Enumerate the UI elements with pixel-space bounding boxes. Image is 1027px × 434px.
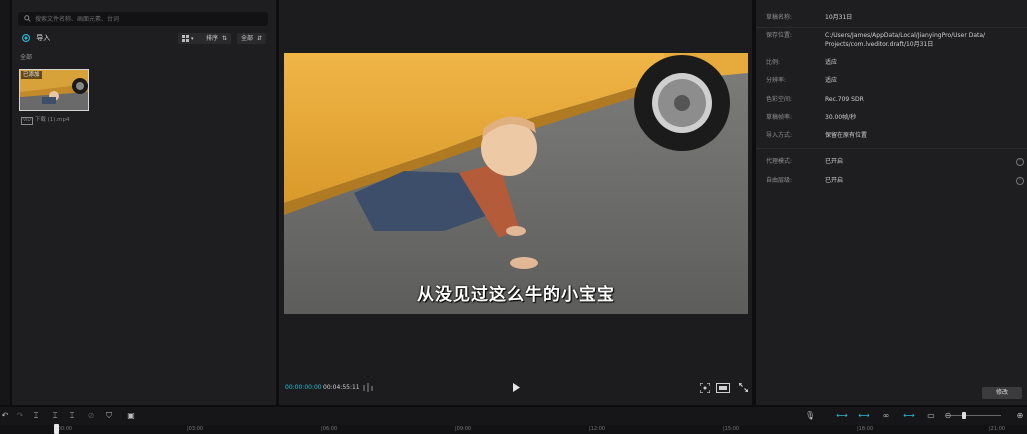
fit-screen-button[interactable]: [699, 382, 711, 394]
tick-label: |18:00: [857, 426, 874, 432]
divider: [756, 148, 1027, 149]
file-name: 下载 (1).mp4: [34, 117, 70, 123]
import-label: 导入: [36, 34, 51, 42]
split-left-icon[interactable]: ⌶: [50, 411, 60, 421]
view-mode-button[interactable]: ▾: [178, 33, 204, 44]
player-panel: 从没见过这么牛的小宝宝 00:00:00:00 00:04:55:11: [279, 0, 752, 405]
media-thumbnail[interactable]: 已添加: [19, 69, 89, 111]
filter-label: 全部: [241, 35, 254, 42]
tick-label: |03:00: [187, 426, 204, 432]
fullscreen-button[interactable]: [738, 382, 749, 393]
filter-icon: ⇵: [256, 35, 262, 42]
grid-view-icon: [182, 35, 189, 42]
shield-icon[interactable]: ⛉: [104, 411, 114, 421]
auto-snap-icon[interactable]: ⟷: [858, 411, 870, 421]
waveform-icon: [362, 383, 374, 392]
aspect-ratio-button[interactable]: [716, 383, 730, 393]
filter-button[interactable]: 全部 ⇵: [237, 33, 266, 44]
draft-details-panel: 草稿名称: 10月31日 保存位置: C:/Users/James/AppData/…: [756, 0, 1027, 405]
timeline-ruler[interactable]: |00:00 |03:00 |06:00 |09:00 |12:00 |15:0…: [0, 425, 1027, 434]
video-frame-image: [284, 53, 748, 314]
microphone-icon[interactable]: 🎙: [805, 411, 815, 421]
zoom-in-icon[interactable]: ⊕: [1015, 411, 1025, 421]
sort-button[interactable]: 排序 ⇅: [202, 33, 231, 44]
media-panel: 导入 ▾ 排序 ⇅ 全部 ⇵ 全部 已添加 VID下载 (1).mp4: [12, 0, 276, 405]
left-tool-strip: [0, 0, 10, 405]
preview-axis-icon[interactable]: ⟷: [903, 411, 915, 421]
linkage-icon[interactable]: ∞: [880, 411, 892, 421]
subtitle-text: 从没见过这么牛的小宝宝: [417, 285, 615, 305]
chevron-down-icon: ▾: [191, 36, 194, 42]
sort-icon: ⇅: [221, 35, 227, 42]
tick-label: |15:00: [723, 426, 740, 432]
play-icon: [513, 383, 520, 392]
video-preview[interactable]: 从没见过这么牛的小宝宝: [284, 53, 748, 314]
zoom-slider-handle[interactable]: [962, 412, 966, 419]
tick-label: |09:00: [455, 426, 472, 432]
tick-label: |21:00: [989, 426, 1006, 432]
all-section-label: 全部: [20, 54, 33, 61]
delete-icon[interactable]: ⊘: [86, 411, 96, 421]
split-icon[interactable]: ⌶: [31, 411, 41, 421]
zoom-out-icon[interactable]: ⊖: [943, 411, 953, 421]
modify-button[interactable]: 修改: [982, 387, 1022, 399]
search-icon: [24, 15, 31, 22]
split-right-icon[interactable]: ⌶: [67, 411, 77, 421]
tick-label: |12:00: [589, 426, 606, 432]
file-info: VID 下载 (1).mp4: [21, 115, 70, 125]
redo-icon[interactable]: ↷: [15, 411, 25, 421]
screen-icon[interactable]: ▭: [926, 411, 936, 421]
layer-info-icon[interactable]: !: [1016, 177, 1024, 185]
video-tag: VID: [21, 117, 33, 125]
timeline-toolbar: ↶ ↷ ⌶ ⌶ ⌶ ⊘ ⛉ ▣ 🎙 ⟷ ⟷ ∞ ⟷ ▭ ⊖ ⊕: [0, 407, 1027, 425]
image-icon[interactable]: ▣: [126, 411, 136, 421]
added-badge: 已添加: [21, 71, 42, 79]
sort-label: 排序: [206, 35, 219, 42]
aspect-ratio-icon: [716, 383, 730, 393]
total-time: 00:04:55:11: [323, 384, 360, 391]
zoom-slider-track[interactable]: [951, 415, 1001, 416]
playhead[interactable]: [54, 424, 59, 434]
fullscreen-icon: [738, 382, 749, 393]
search-box[interactable]: [18, 12, 268, 26]
import-radio-icon: [22, 34, 30, 42]
proxy-info-icon[interactable]: !: [1016, 158, 1024, 166]
current-time: 00:00:00:00: [285, 384, 322, 391]
main-track-magnet-icon[interactable]: ⟷: [836, 411, 848, 421]
import-tab[interactable]: 导入: [22, 33, 50, 45]
tick-label: |06:00: [321, 426, 338, 432]
undo-icon[interactable]: ↶: [0, 411, 10, 421]
divider: [756, 27, 1027, 28]
search-input[interactable]: [35, 12, 255, 26]
fit-screen-icon: [699, 382, 711, 394]
play-button[interactable]: [512, 383, 520, 392]
